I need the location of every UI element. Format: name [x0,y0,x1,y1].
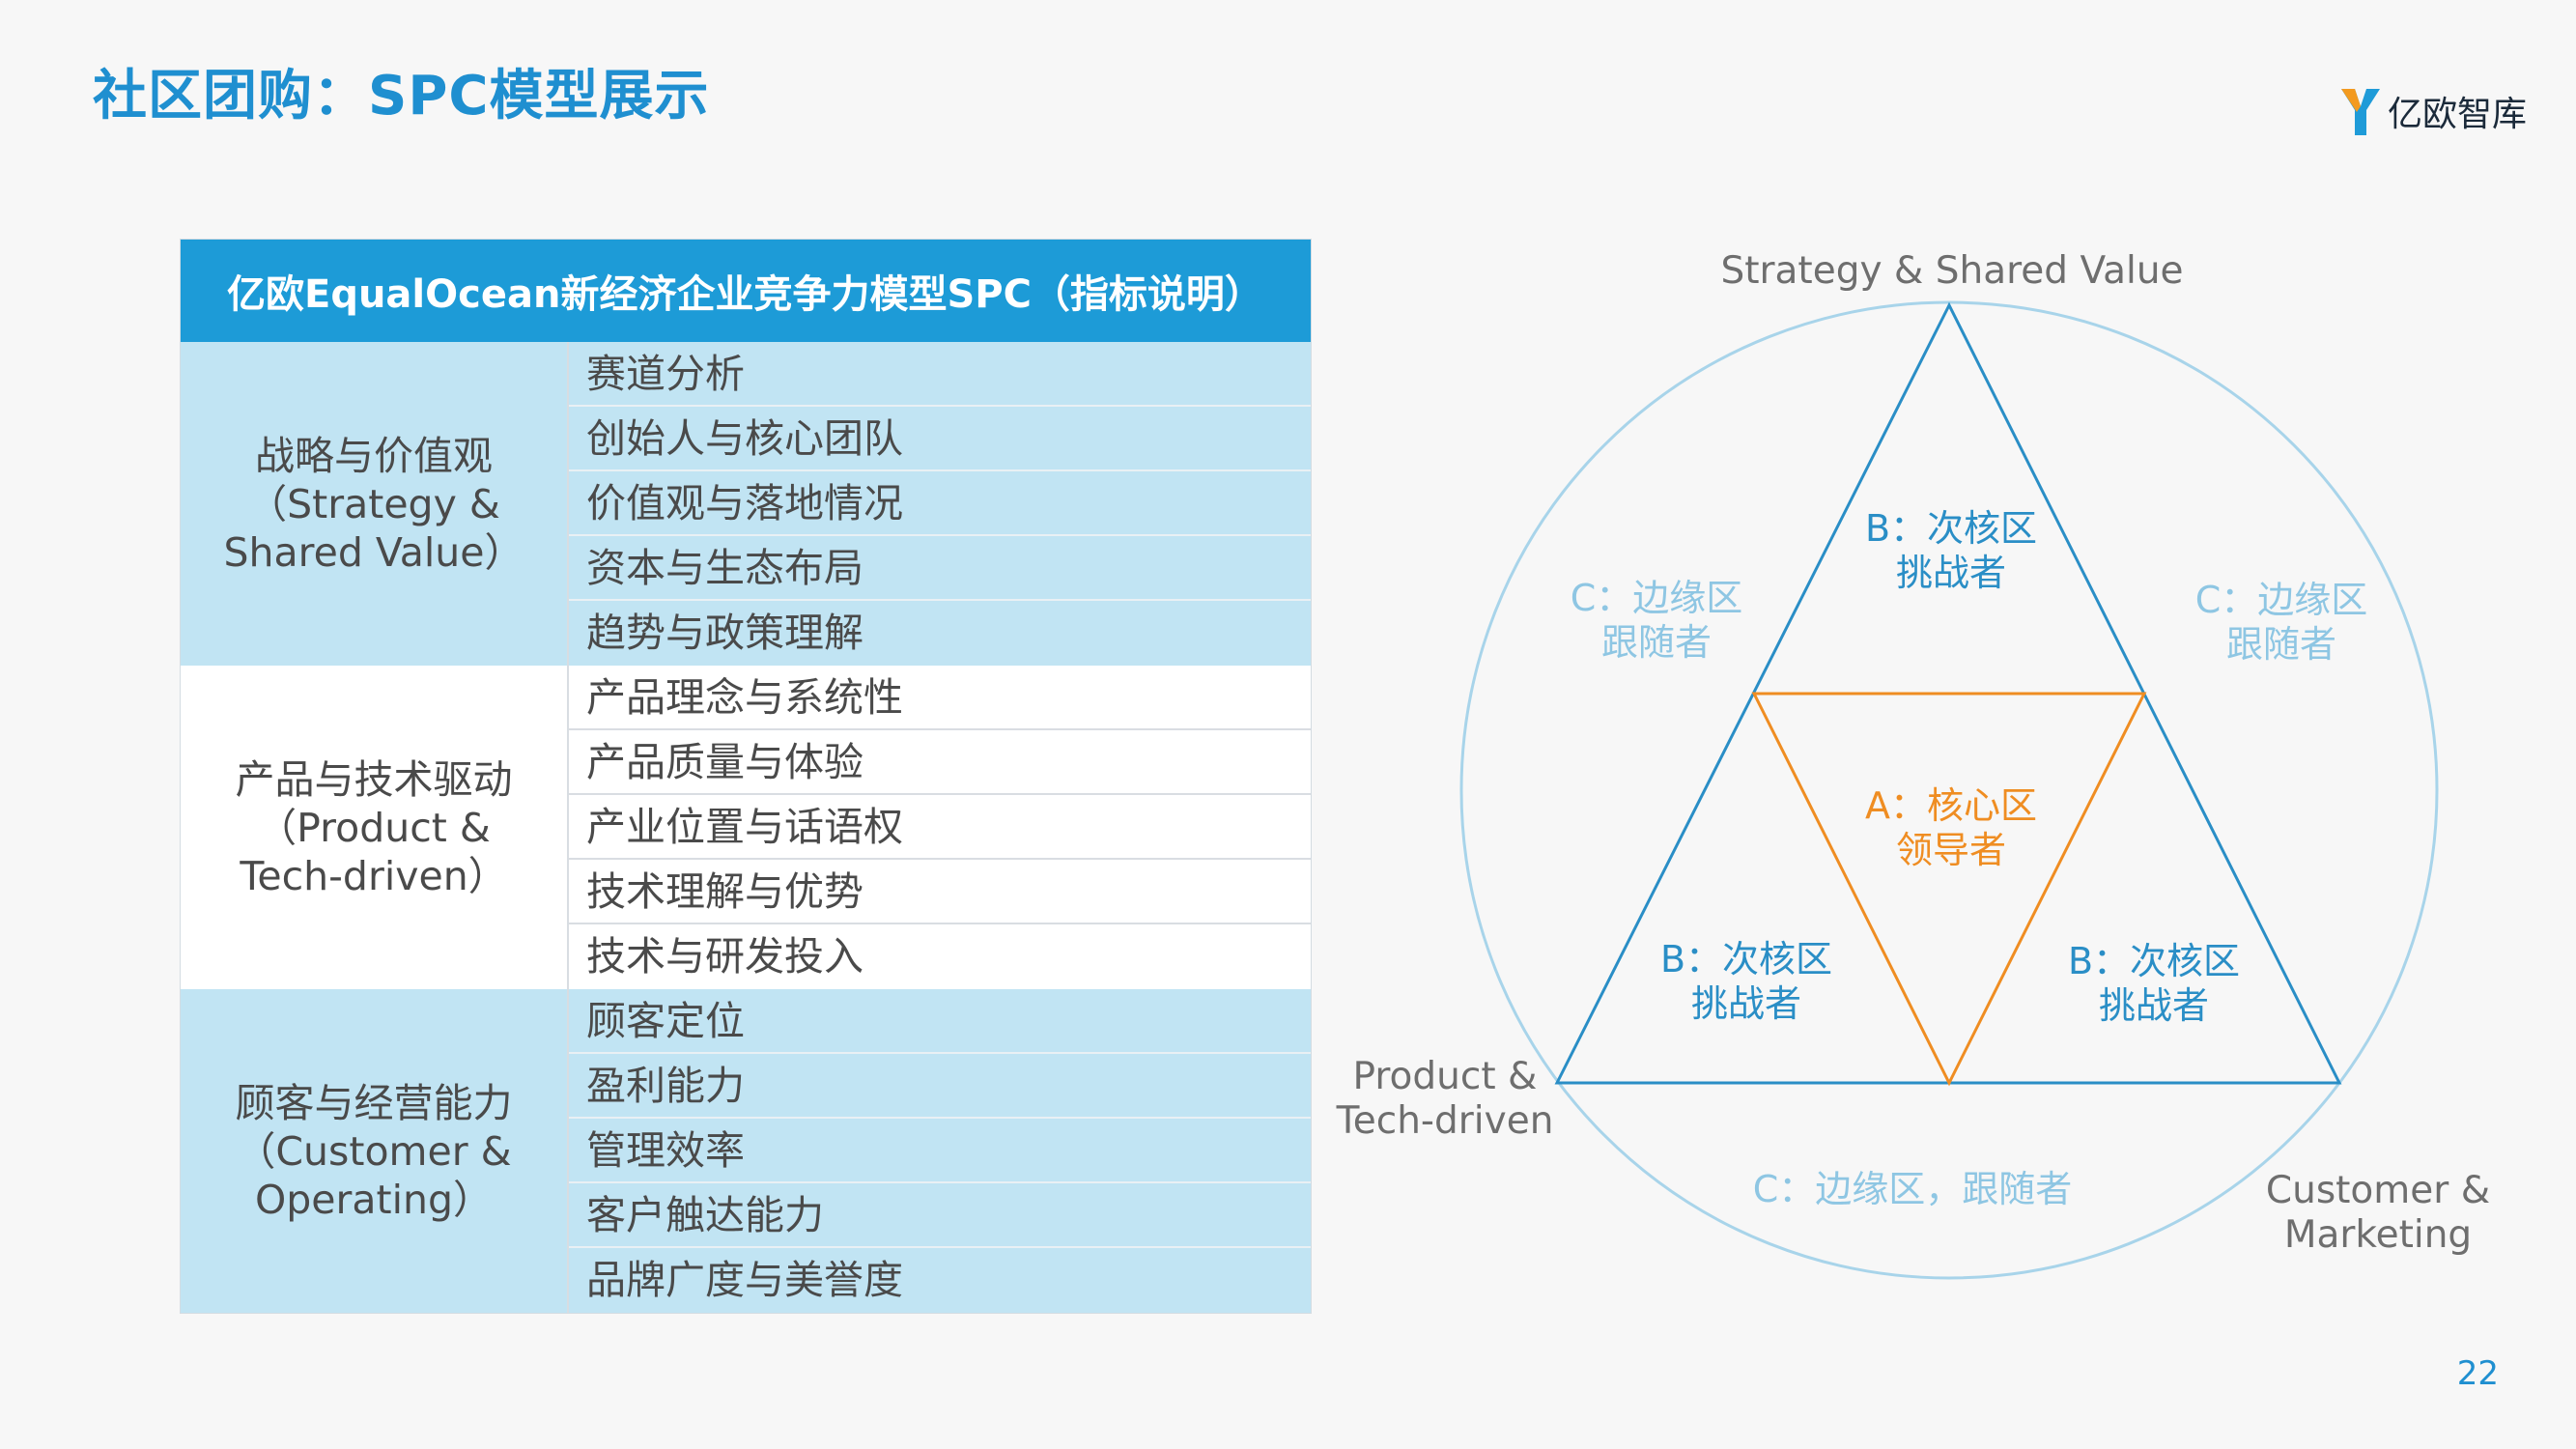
table-group-strategy: 战略与价值观 （Strategy & Shared Value） 赛道分析 创始… [181,342,1311,666]
group-label-cn: 战略与价值观 [255,432,493,479]
zone-c-left: 跟随者 [1601,621,1712,664]
table-header: 亿欧EqualOcean新经济企业竞争力模型SPC（指标说明） [181,240,1311,342]
table-row: 创始人与核心团队 [569,407,1311,471]
group-label-cn: 顾客与经营能力 [235,1079,513,1126]
table-row: 产业位置与话语权 [569,795,1311,860]
zone-c-bottom: C：边缘区，跟随者 [1753,1168,2073,1210]
table-row: 盈利能力 [569,1054,1311,1119]
outer-triangle [1554,301,2342,1085]
zone-c-right: 跟随者 [2226,623,2336,666]
page-title: 社区团购：SPC模型展示 [93,65,710,128]
table-row: 趋势与政策理解 [586,610,863,656]
group-label: 战略与价值观 （Strategy & Shared Value） [181,342,569,666]
zone-b-left: B：次核区 [1660,938,1832,980]
group-label-cn: 产品与技术驱动 [235,755,513,803]
outer-circle [1459,300,2439,1280]
table-group-customer: 顾客与经营能力 （Customer & Operating） 顾客定位 盈利能力… [181,989,1311,1313]
core-triangle [1751,692,2147,1087]
table-group-product: 产品与技术驱动 （Product & Tech-driven） 产品理念与系统性… [181,666,1311,989]
axis-label-left: Tech-driven [1336,1099,1554,1143]
zone-b-top: 挑战者 [1896,552,2006,594]
brand-name: 亿欧智库 [2388,95,2528,134]
page-number: 22 [2456,1354,2499,1393]
table-row: 管理效率 [569,1119,1311,1183]
axis-label-top: Strategy & Shared Value [1720,249,2183,293]
group-label-en: Tech-driven） [240,852,508,899]
zone-c-left: C：边缘区 [1571,577,1743,619]
table-row: 产品理念与系统性 [569,666,1311,730]
brand-logo: 亿欧智库 [2339,83,2527,139]
group-label-en: Shared Value） [223,528,524,576]
zone-b-left: 挑战者 [1691,982,1801,1025]
group-label: 产品与技术驱动 （Product & Tech-driven） [181,666,569,989]
group-label-en: （Customer & [236,1127,512,1175]
zone-a-core: 领导者 [1896,829,2006,871]
table-row: 技术理解与优势 [569,860,1311,924]
zone-c-right: C：边缘区 [2195,579,2368,621]
axis-label-right: Customer & [2266,1169,2490,1212]
group-label-en: （Product & [257,804,491,851]
axis-label-right: Marketing [2284,1213,2472,1257]
table-row: 产品质量与体验 [569,730,1311,795]
zone-a-core: A：核心区 [1865,784,2037,827]
table-row: 顾客定位 [569,989,1311,1054]
table-row: 品牌广度与美誉度 [586,1257,903,1303]
zone-b-right: 挑战者 [2099,984,2209,1027]
group-label: 顾客与经营能力 （Customer & Operating） [181,989,569,1313]
zone-b-top: B：次核区 [1865,507,2037,550]
zone-b-right: B：次核区 [2068,940,2240,982]
table-row: 价值观与落地情况 [569,471,1311,536]
table-row: 技术与研发投入 [586,933,863,980]
group-label-en: Operating） [255,1176,493,1223]
group-label-en: （Strategy & [247,480,500,527]
table-row: 客户触达能力 [569,1183,1311,1248]
spc-indicator-table: 亿欧EqualOcean新经济企业竞争力模型SPC（指标说明） 战略与价值观 （… [180,239,1312,1314]
y-logo-icon [2341,89,2380,135]
table-row: 资本与生态布局 [569,536,1311,601]
axis-label-left: Product & [1353,1055,1538,1098]
table-row: 赛道分析 [569,342,1311,407]
